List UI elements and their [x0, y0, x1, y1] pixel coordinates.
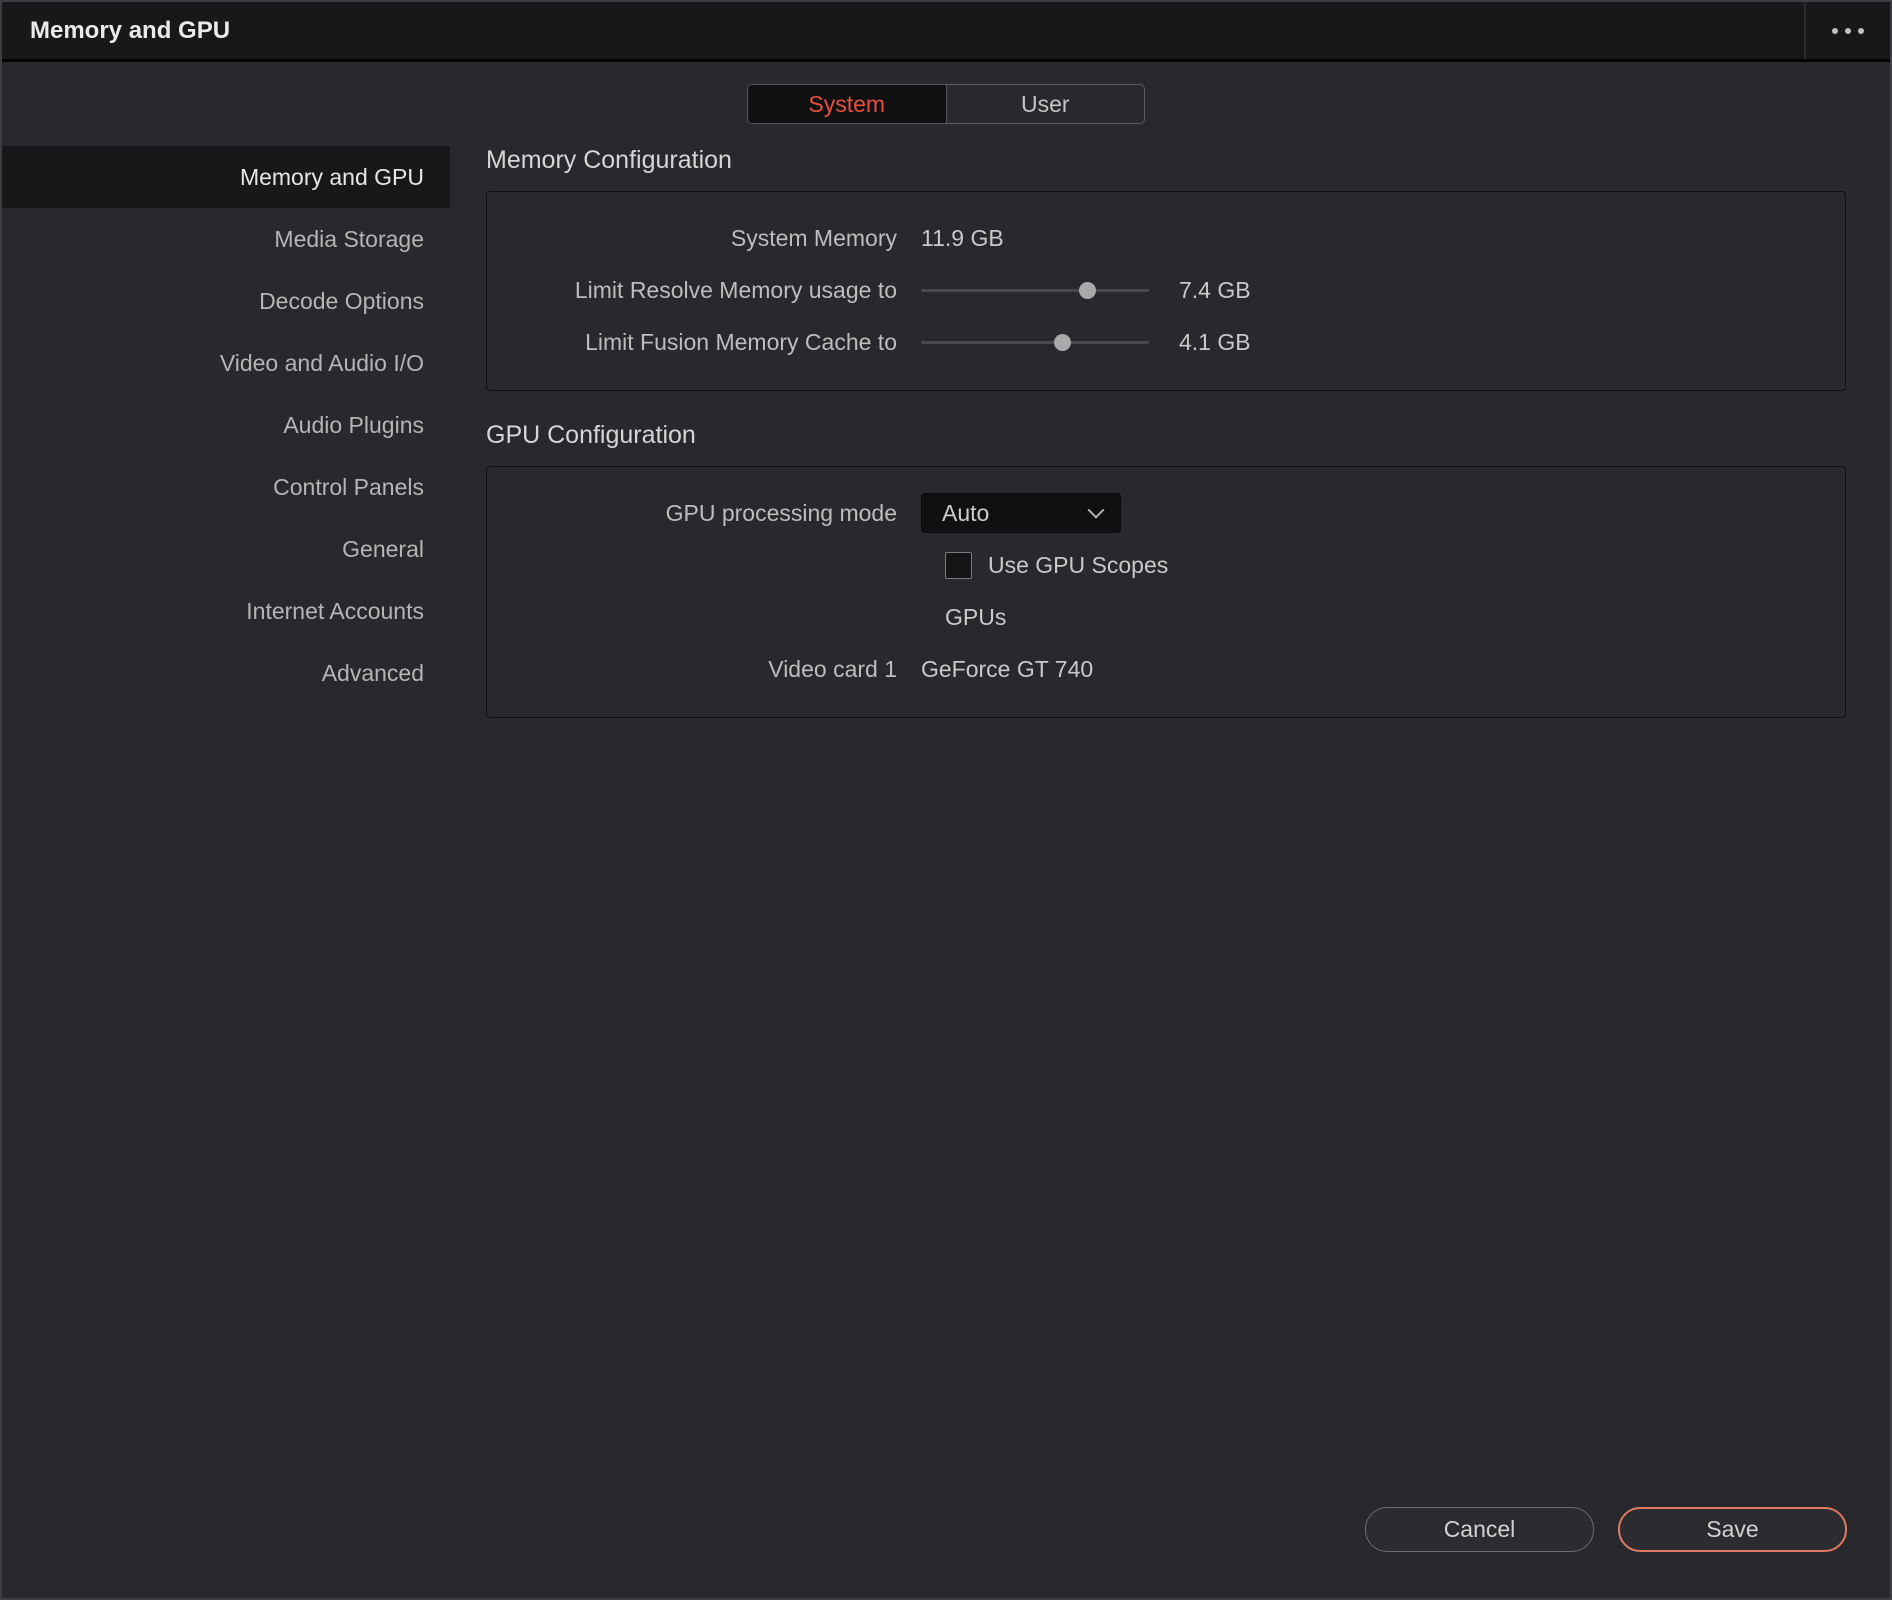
sidebar-item-media-storage[interactable]: Media Storage: [2, 208, 450, 270]
tab-group: System User: [747, 84, 1145, 124]
sidebar-item-general[interactable]: General: [2, 518, 450, 580]
slider-track: [921, 289, 1149, 292]
use-gpu-scopes-checkbox[interactable]: [945, 551, 972, 579]
sidebar-item-video-audio-io[interactable]: Video and Audio I/O: [2, 332, 450, 394]
fusion-memory-value: 4.1 GB: [1179, 328, 1251, 355]
sidebar-item-control-panels[interactable]: Control Panels: [2, 456, 450, 518]
system-memory-row: System Memory 11.9 GB: [487, 212, 1845, 264]
tab-system[interactable]: System: [748, 85, 947, 123]
slider-track: [921, 341, 1149, 344]
gpus-header-row: GPUs: [487, 591, 1845, 643]
gpu-section-title: GPU Configuration: [486, 421, 696, 449]
sidebar-item-memory-and-gpu[interactable]: Memory and GPU: [2, 146, 450, 208]
fusion-memory-row: Limit Fusion Memory Cache to 4.1 GB: [487, 316, 1845, 368]
sidebar-item-audio-plugins[interactable]: Audio Plugins: [2, 394, 450, 456]
gpu-mode-dropdown[interactable]: Auto: [921, 493, 1121, 533]
fusion-memory-label: Limit Fusion Memory Cache to: [585, 328, 897, 355]
gpu-mode-label: GPU processing mode: [665, 499, 897, 526]
gpu-mode-row: GPU processing mode Auto: [487, 487, 1845, 539]
use-gpu-scopes-label: Use GPU Scopes: [988, 551, 1169, 578]
resolve-memory-label: Limit Resolve Memory usage to: [574, 276, 897, 303]
tabs-row: System User: [2, 84, 1890, 124]
sidebar-item-decode-options[interactable]: Decode Options: [2, 270, 450, 332]
system-memory-label: System Memory: [730, 224, 897, 251]
memory-section-title: Memory Configuration: [486, 146, 732, 174]
main-panel: Memory Configuration System Memory 11.9 …: [450, 146, 1890, 748]
titlebar-menu-button[interactable]: [1804, 2, 1890, 59]
gpus-label: GPUs: [945, 603, 1007, 630]
titlebar: Memory and GPU: [2, 2, 1890, 62]
sidebar: Memory and GPU Media Storage Decode Opti…: [2, 146, 450, 748]
fusion-memory-slider[interactable]: [921, 332, 1149, 352]
gpu-config-panel: GPU processing mode Auto Use GPU Scopes …: [486, 466, 1846, 718]
footer: Cancel Save: [1365, 1507, 1847, 1552]
preferences-window: Memory and GPU System User Memory and GP…: [0, 0, 1892, 1600]
gpu-mode-selected-value: Auto: [942, 499, 990, 526]
resolve-memory-value: 7.4 GB: [1179, 276, 1251, 303]
sidebar-item-advanced[interactable]: Advanced: [2, 642, 450, 704]
video-card-row: Video card 1 GeForce GT 740: [487, 643, 1845, 695]
sidebar-item-internet-accounts[interactable]: Internet Accounts: [2, 580, 450, 642]
resolve-memory-slider[interactable]: [921, 280, 1149, 300]
resolve-memory-row: Limit Resolve Memory usage to 7.4 GB: [487, 264, 1845, 316]
save-button[interactable]: Save: [1618, 1507, 1847, 1552]
window-title: Memory and GPU: [30, 16, 231, 44]
chevron-down-icon: [1087, 501, 1105, 519]
video-card-value: GeForce GT 740: [921, 655, 1094, 682]
slider-thumb[interactable]: [1079, 282, 1097, 299]
ellipsis-icon: [1832, 27, 1864, 34]
system-memory-value: 11.9 GB: [921, 224, 1004, 251]
tab-user[interactable]: User: [947, 85, 1145, 123]
memory-config-panel: System Memory 11.9 GB Limit Resolve Memo…: [486, 191, 1846, 391]
video-card-label: Video card 1: [768, 655, 897, 682]
gpu-scopes-row: Use GPU Scopes: [487, 539, 1845, 591]
content: Memory and GPU Media Storage Decode Opti…: [2, 146, 1890, 748]
cancel-button[interactable]: Cancel: [1365, 1507, 1594, 1552]
slider-thumb[interactable]: [1054, 334, 1072, 351]
